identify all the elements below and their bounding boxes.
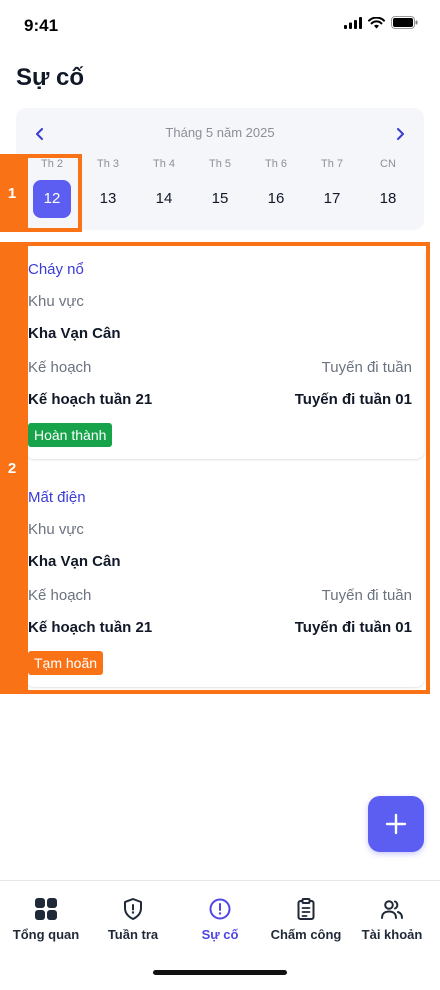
route-value: Tuyến đi tuần 01 [294, 619, 412, 636]
day-of-week: CN [380, 158, 396, 170]
page-title: Sự cố [16, 64, 85, 91]
incident-card[interactable]: Cháy nổ Khu vực Kha Vạn Cân Kế hoạch Tuy… [26, 247, 424, 459]
area-value: Kha Vạn Cân [28, 553, 121, 570]
day-of-week: Th 6 [264, 158, 287, 170]
route-label: Tuyến đi tuần [321, 359, 412, 376]
nav-label: Tổng quan [12, 927, 80, 942]
calendar-days: Th 2 12 Th 3 13 Th 4 14 Th 5 15 Th 6 16 … [16, 156, 424, 218]
date-number: 13 [99, 190, 117, 207]
status-bar: 9:41 [0, 0, 440, 50]
nav-label: Chấm công [270, 927, 342, 942]
status-badge: Tạm hoãn [28, 651, 104, 675]
plan-value: Kế hoạch tuần 21 [28, 619, 153, 636]
nav-item-su-co[interactable]: Sự cố [176, 895, 264, 942]
date-number: 15 [211, 190, 229, 207]
nav-label: Tài khoản [361, 927, 423, 942]
area-value: Kha Vạn Cân [28, 325, 121, 342]
date-number: 14 [155, 190, 173, 207]
battery-icon [391, 16, 418, 29]
nav-item-tai-khoan[interactable]: Tài khoản [348, 895, 436, 942]
add-incident-button[interactable] [368, 796, 424, 852]
calendar-day-sat[interactable]: Th 7 17 [312, 156, 352, 216]
selected-date: 12 [33, 180, 71, 218]
plan-label: Kế hoạch [28, 587, 92, 604]
day-of-week: Th 3 [96, 158, 119, 170]
calendar-day-sun[interactable]: CN 18 [368, 156, 408, 216]
nav-item-tuan-tra[interactable]: Tuần tra [89, 895, 177, 942]
area-label: Khu vực [28, 521, 84, 538]
day-of-week: Th 4 [152, 158, 175, 170]
nav-item-cham-cong[interactable]: Chấm công [262, 895, 350, 942]
week-calendar: Tháng 5 năm 2025 Th 2 12 Th 3 13 Th 4 14… [16, 108, 424, 230]
shield-icon [124, 898, 142, 920]
wifi-icon [368, 16, 385, 28]
incident-title: Cháy nổ [28, 261, 84, 278]
annotation-label-2: 2 [0, 242, 24, 694]
incident-title: Mất điện [28, 489, 86, 506]
calendar-month-label: Tháng 5 năm 2025 [165, 125, 275, 140]
chevron-right-icon[interactable] [390, 124, 410, 144]
calendar-day-fri[interactable]: Th 6 16 [256, 156, 296, 216]
calendar-day-thu[interactable]: Th 5 15 [200, 156, 240, 216]
status-icons [344, 16, 418, 29]
date-number: 17 [323, 190, 341, 207]
annotation-label-1: 1 [0, 154, 24, 232]
day-of-week: Th 7 [320, 158, 343, 170]
users-icon [381, 900, 403, 919]
day-of-week: Th 5 [208, 158, 231, 170]
home-indicator [153, 970, 287, 975]
day-of-week: Th 2 [40, 158, 63, 170]
nav-label: Tuần tra [107, 927, 159, 942]
calendar-day-mon[interactable]: Th 2 12 [32, 156, 72, 218]
status-time: 9:41 [24, 16, 59, 35]
plus-icon [385, 813, 407, 835]
signal-icon [344, 16, 362, 29]
status-badge: Hoàn thành [28, 423, 113, 447]
date-number: 16 [267, 190, 285, 207]
plan-value: Kế hoạch tuần 21 [28, 391, 153, 408]
area-label: Khu vực [28, 293, 84, 310]
alert-circle-icon [209, 898, 231, 920]
plan-label: Kế hoạch [28, 359, 92, 376]
date-number: 18 [379, 190, 397, 207]
nav-label: Sự cố [201, 927, 239, 942]
calendar-day-tue[interactable]: Th 3 13 [88, 156, 128, 216]
grid-icon [35, 898, 57, 920]
route-value: Tuyến đi tuần 01 [294, 391, 412, 408]
nav-item-tong-quan[interactable]: Tổng quan [2, 895, 90, 942]
incident-card[interactable]: Mất điện Khu vực Kha Vạn Cân Kế hoạch Tu… [26, 475, 424, 687]
route-label: Tuyến đi tuần [321, 587, 412, 604]
clipboard-icon [297, 898, 315, 920]
calendar-day-wed[interactable]: Th 4 14 [144, 156, 184, 216]
